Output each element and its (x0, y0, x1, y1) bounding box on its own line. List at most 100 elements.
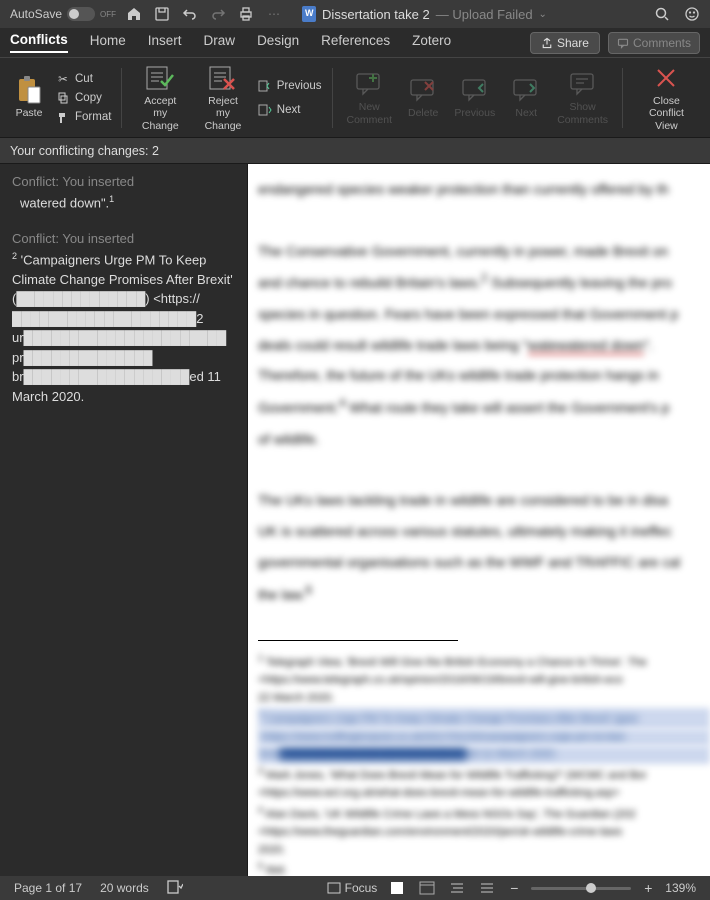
accept-icon (145, 63, 175, 93)
word-count[interactable]: 20 words (100, 881, 149, 895)
body-text: UK is scattered across various statutes,… (258, 516, 710, 547)
tab-references[interactable]: References (321, 33, 390, 52)
paste-label: Paste (16, 107, 43, 120)
footnote-text: 2020. (258, 842, 710, 860)
titlebar-icons: ⋯ (126, 6, 282, 22)
reject-label: Reject my Change (200, 95, 246, 133)
cut-icon: ✂ (56, 72, 70, 86)
prev-comment-label: Previous (454, 107, 495, 120)
spellcheck-icon[interactable] (167, 880, 183, 897)
next-comment-button[interactable]: Next (507, 71, 545, 124)
paste-button[interactable]: Paste (10, 71, 48, 124)
reject-change-button[interactable]: Reject my Change (196, 59, 250, 137)
draft-view[interactable] (477, 880, 497, 896)
body-text: and chance to rebuild Britain's laws.2 S… (258, 266, 710, 298)
previous-button[interactable]: Previous (258, 78, 322, 94)
tab-design[interactable]: Design (257, 33, 299, 52)
autosave-label: AutoSave (10, 7, 62, 21)
new-comment-button[interactable]: New Comment (342, 65, 396, 130)
body-text: The Conservative Government, currently i… (258, 236, 710, 267)
conflict-body: watered down".1 (12, 193, 235, 213)
redo-icon[interactable] (210, 6, 226, 22)
conflict-head: Conflict: You inserted (12, 231, 235, 246)
footnote-text: <https://www.telegraph.co.uk/opinion/201… (258, 672, 710, 690)
footnote-text: brex████████████████████████ed 11 March … (258, 746, 710, 764)
save-icon[interactable] (154, 6, 170, 22)
new-comment-icon (354, 69, 384, 99)
outline-view[interactable] (447, 880, 467, 896)
page-indicator[interactable]: Page 1 of 17 (14, 881, 82, 895)
prev-comment-icon (460, 75, 490, 105)
focus-mode[interactable]: Focus (327, 881, 378, 895)
home-icon[interactable] (126, 6, 142, 22)
prev-icon (258, 79, 272, 93)
zoom-out-button[interactable]: − (507, 880, 521, 896)
delete-label: Delete (408, 107, 438, 120)
next-icon (258, 103, 272, 117)
delete-comment-button[interactable]: Delete (404, 71, 442, 124)
doc-name: Dissertation take 2 (322, 7, 430, 22)
previous-comment-button[interactable]: Previous (450, 71, 499, 124)
footnote-text: 3 Mark Jones, 'What Does Brexit Mean for… (258, 764, 710, 785)
share-label: Share (557, 36, 589, 50)
undo-icon[interactable] (182, 6, 198, 22)
footnote-text: <https://www.theguardian.com/environment… (258, 824, 710, 842)
close-label: Close Conflict View (637, 95, 696, 133)
conflict-item[interactable]: Conflict: You inserted watered down".1 (12, 174, 235, 213)
body-text: of wildlife. (258, 424, 710, 455)
autosave-state: OFF (100, 10, 116, 19)
zoom-slider[interactable] (531, 887, 631, 890)
document-page: endangered species weaker protection tha… (248, 164, 710, 876)
chevron-down-icon[interactable]: ⌄ (539, 9, 547, 20)
upload-status: — Upload Failed (436, 7, 533, 22)
print-layout-view[interactable] (387, 880, 407, 896)
zoom-level[interactable]: 139% (665, 881, 696, 895)
cut-button[interactable]: ✂Cut (56, 71, 111, 87)
close-conflict-view-button[interactable]: Close Conflict View (633, 59, 700, 137)
comment-icon (617, 37, 629, 49)
search-icon[interactable] (654, 6, 670, 22)
body-text: Therefore, the future of the UKs wildlif… (258, 360, 710, 391)
body-text: endangered species weaker protection tha… (258, 174, 710, 205)
delete-icon (408, 75, 438, 105)
show-comments-label: Show Comments (557, 101, 608, 126)
autosave-toggle[interactable]: AutoSave OFF (10, 7, 116, 21)
print-icon[interactable] (238, 6, 254, 22)
comments-button[interactable]: Comments (608, 32, 700, 54)
zoom-in-button[interactable]: + (641, 880, 655, 896)
tab-zotero[interactable]: Zotero (412, 33, 451, 52)
body-text: species in question. Fears have been exp… (258, 299, 710, 330)
document-title[interactable]: Dissertation take 2 — Upload Failed ⌄ (302, 6, 547, 22)
format-icon (56, 110, 70, 124)
tab-home[interactable]: Home (90, 33, 126, 52)
titlebar-right (654, 6, 700, 22)
ribbon-tabs: Conflicts Home Insert Draw Design Refere… (0, 28, 710, 58)
next-comment-label: Next (515, 107, 537, 120)
conflict-item[interactable]: Conflict: You inserted 2 'Campaigners Ur… (12, 231, 235, 406)
zoom-thumb[interactable] (586, 883, 596, 893)
footnote-text: <https://www.huffingtonpost.co.uk/2017/0… (258, 729, 710, 747)
tab-conflicts[interactable]: Conflicts (10, 32, 68, 53)
body-text: the law.6 (258, 578, 710, 610)
show-comments-button[interactable]: Show Comments (553, 65, 612, 130)
tab-draw[interactable]: Draw (204, 33, 236, 52)
footnote-divider (258, 640, 458, 641)
copy-button[interactable]: Copy (56, 90, 111, 106)
toggle-switch[interactable] (67, 7, 95, 21)
body-text: deals could result wildlife trade laws b… (258, 330, 710, 361)
word-doc-icon (302, 6, 316, 22)
tab-insert[interactable]: Insert (148, 33, 182, 52)
accept-change-button[interactable]: Accept my Change (132, 59, 188, 137)
document-canvas[interactable]: endangered species weaker protection tha… (248, 164, 710, 876)
web-layout-view[interactable] (417, 880, 437, 896)
share-button[interactable]: Share (530, 32, 600, 54)
more-icon[interactable]: ⋯ (266, 6, 282, 22)
next-button[interactable]: Next (258, 102, 322, 118)
emoji-icon[interactable] (684, 6, 700, 22)
paste-icon (14, 75, 44, 105)
footnote-text: 4 Alan Davis, 'UK Wildlife Crime Laws a … (258, 803, 710, 824)
close-icon (651, 63, 681, 93)
main-area: Conflict: You inserted watered down".1 C… (0, 164, 710, 876)
format-button[interactable]: Format (56, 109, 111, 125)
share-icon (541, 37, 553, 49)
